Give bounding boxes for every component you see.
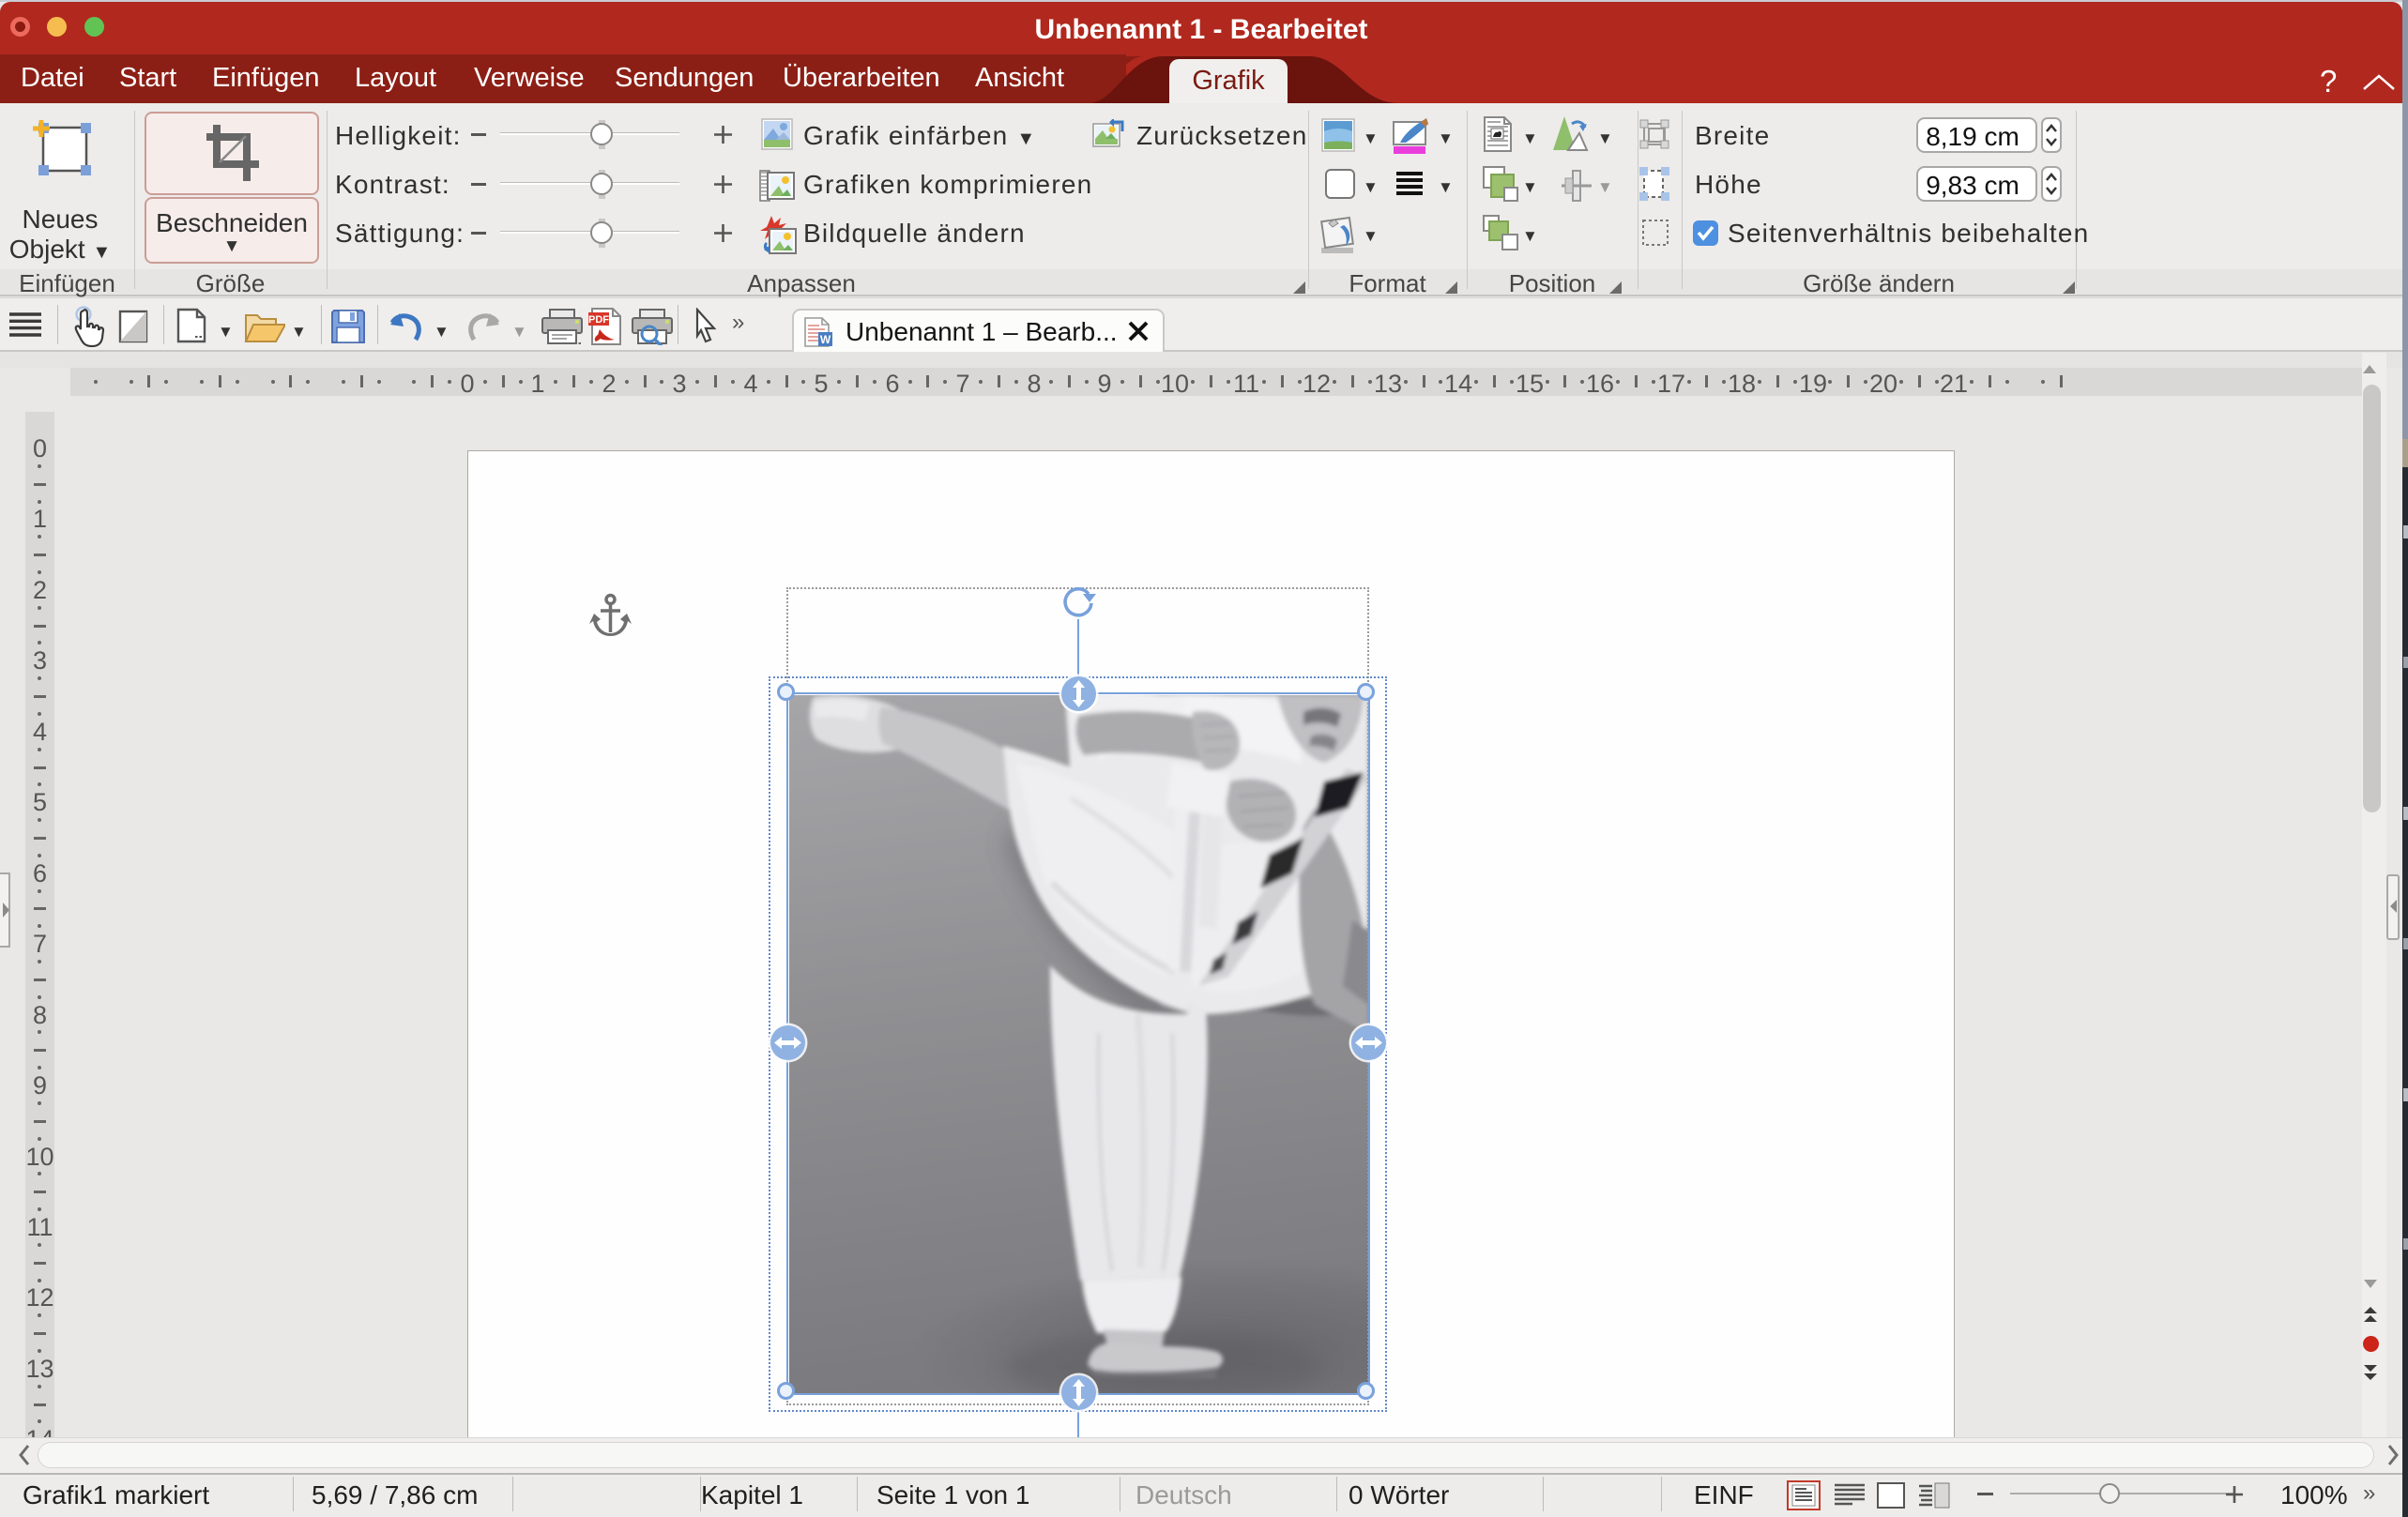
svg-text:W: W <box>820 333 831 346</box>
svg-text:PDF: PDF <box>588 314 609 326</box>
